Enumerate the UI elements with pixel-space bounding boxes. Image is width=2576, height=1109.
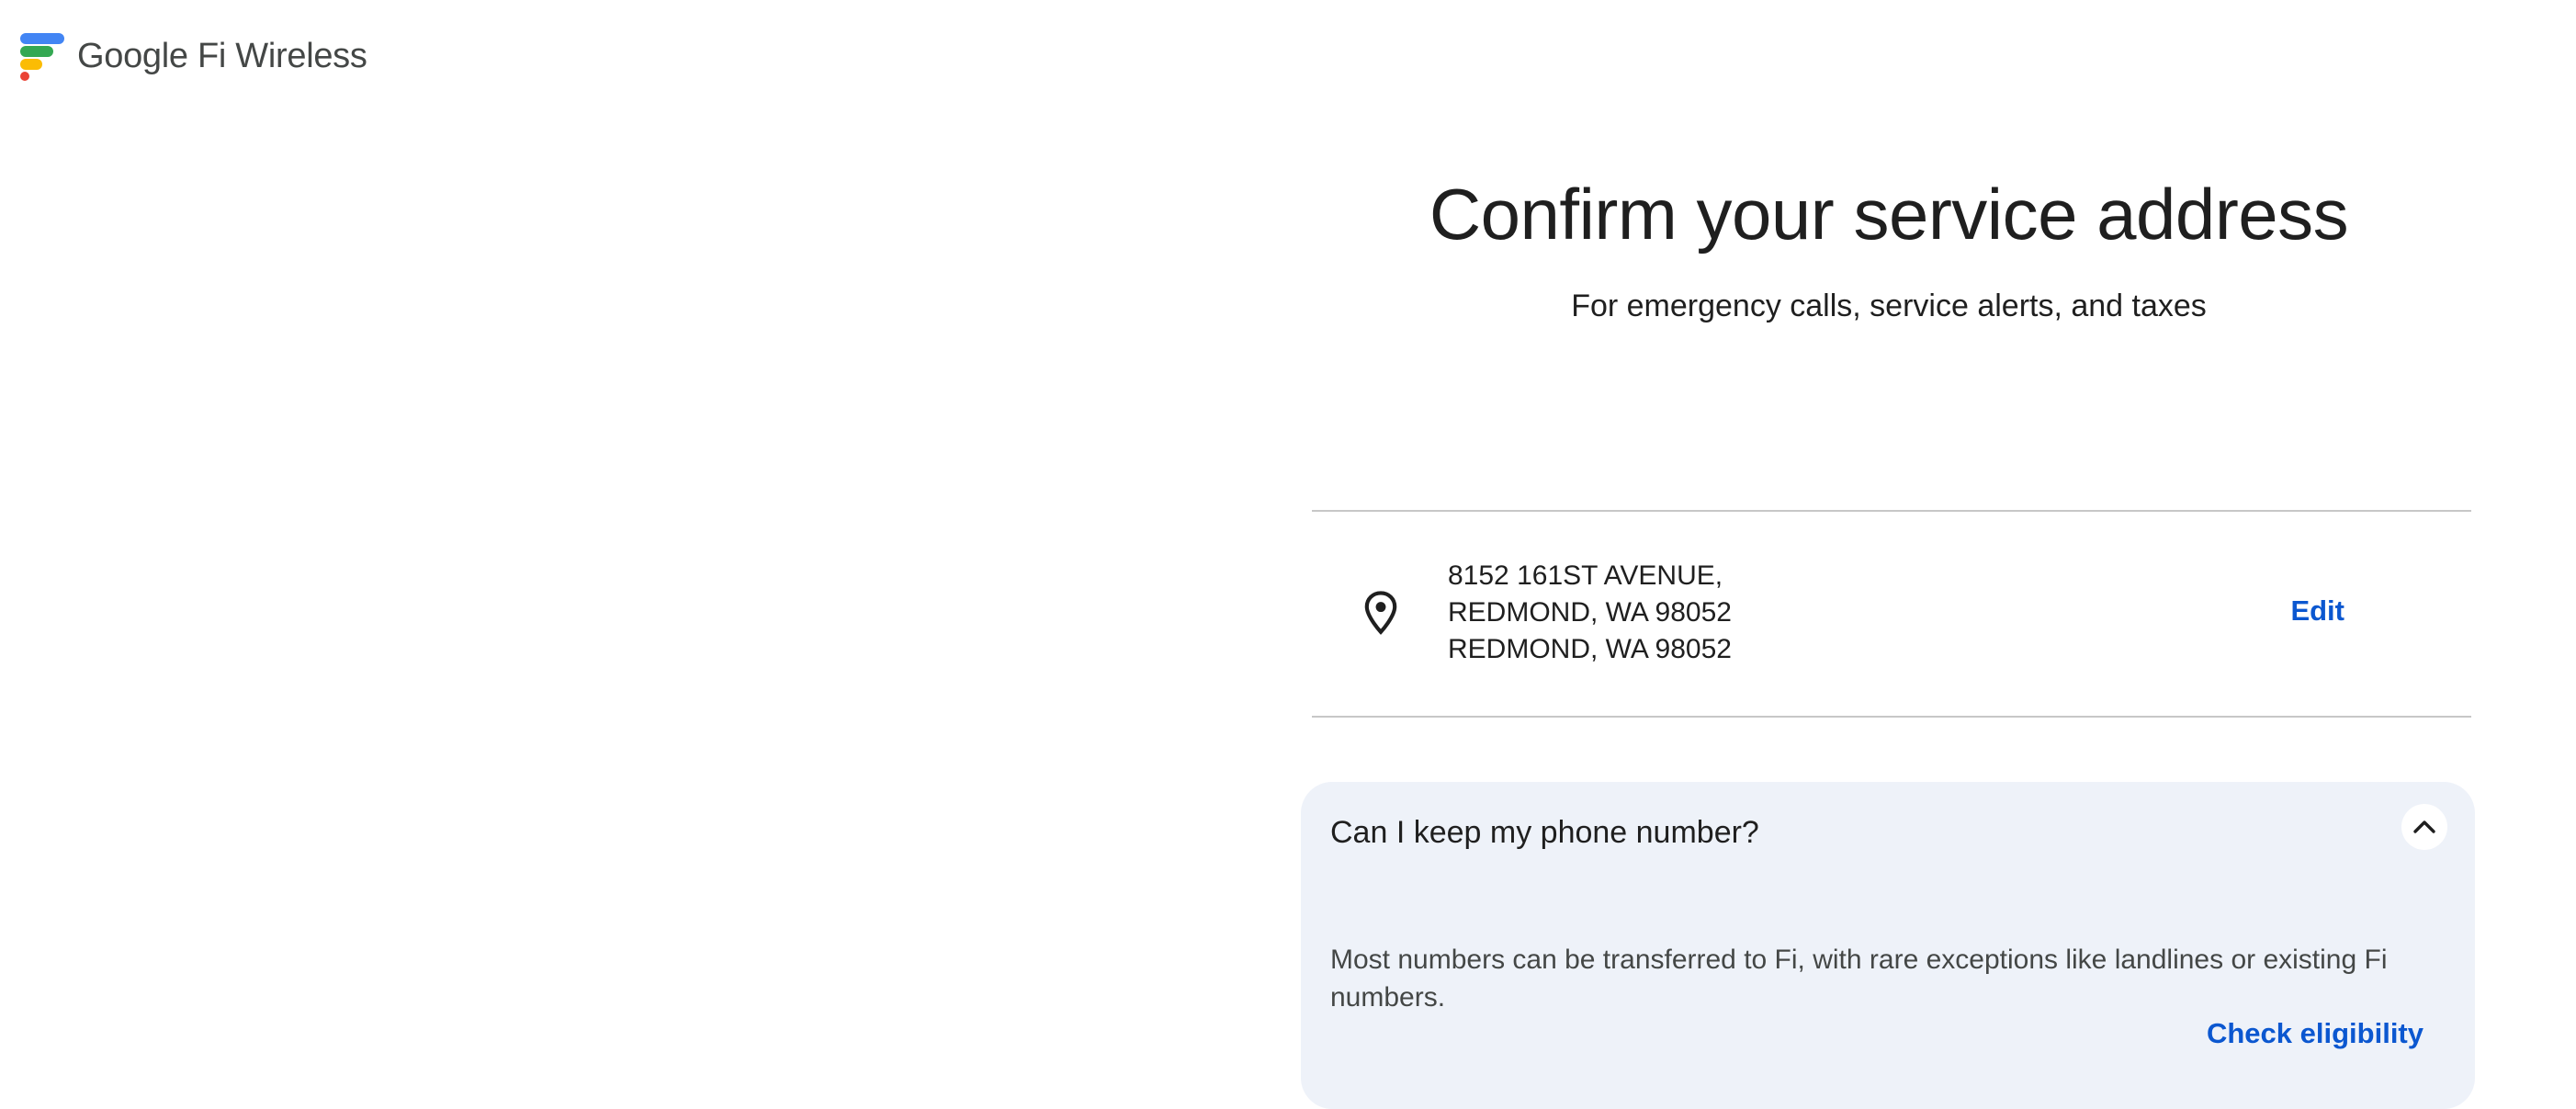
faq-collapse-button[interactable]	[2401, 804, 2447, 850]
chevron-up-icon	[2413, 820, 2435, 833]
location-pin-icon	[1364, 591, 1397, 635]
faq-card: Can I keep my phone number? Most numbers…	[1301, 782, 2475, 1109]
check-eligibility-link[interactable]: Check eligibility	[2207, 1017, 2423, 1050]
logo-bar-green	[20, 46, 53, 57]
logo-text: Google Fi Wireless	[77, 37, 367, 75]
address-text: 8152 161ST AVENUE, REDMOND, WA 98052 RED…	[1448, 558, 1732, 668]
google-fi-logo[interactable]: Google Fi Wireless	[20, 31, 367, 81]
edit-address-link[interactable]: Edit	[2290, 594, 2344, 628]
page-title: Confirm your service address	[1429, 174, 2349, 255]
service-address-row: 8152 161ST AVENUE, REDMOND, WA 98052 RED…	[1312, 510, 2471, 718]
address-line-1: 8152 161ST AVENUE,	[1448, 560, 1723, 591]
faq-question[interactable]: Can I keep my phone number?	[1330, 815, 1759, 851]
fi-logo-icon	[20, 31, 64, 81]
logo-dot-red	[20, 72, 29, 81]
address-line-3: REDMOND, WA 98052	[1448, 634, 1732, 664]
page-subtitle: For emergency calls, service alerts, and…	[1571, 289, 2207, 323]
faq-answer: Most numbers can be transferred to Fi, w…	[1330, 945, 2388, 1013]
address-line-2: REDMOND, WA 98052	[1448, 597, 1732, 628]
logo-bar-blue	[20, 33, 64, 44]
logo-bar-yellow	[20, 59, 42, 70]
